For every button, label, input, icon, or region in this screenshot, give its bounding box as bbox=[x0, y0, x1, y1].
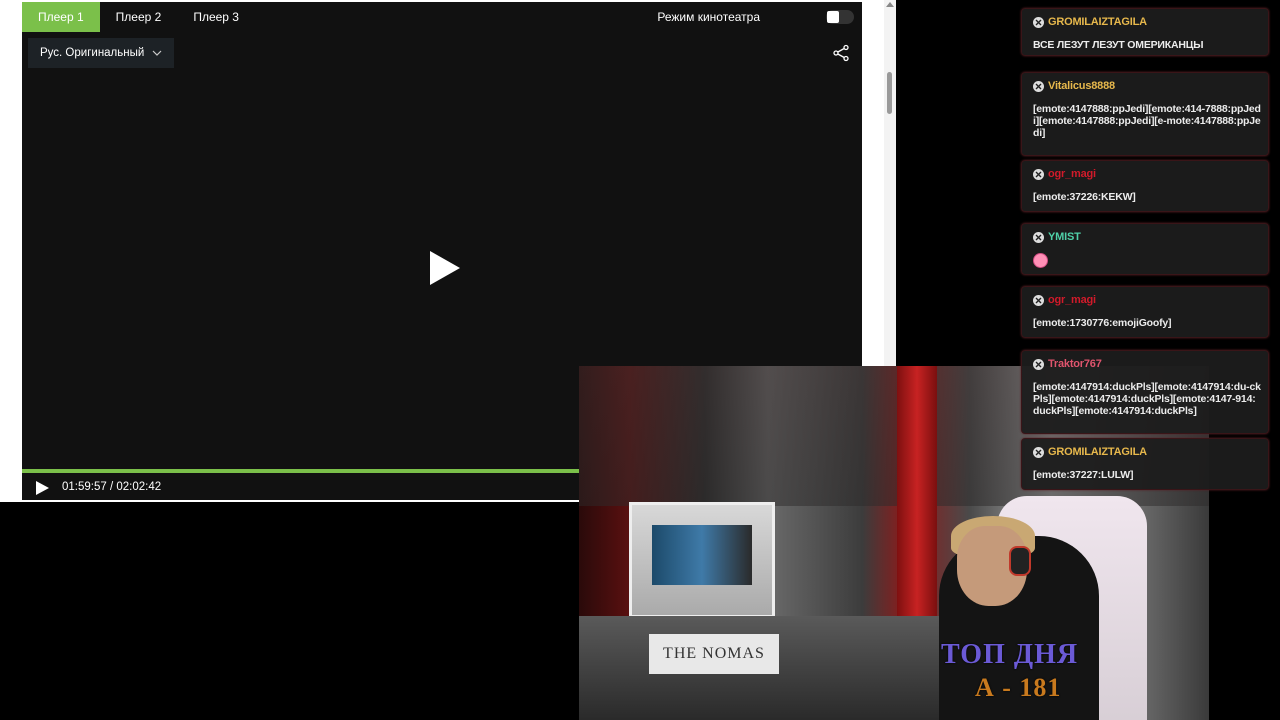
chat-username: Vitalicus8888 bbox=[1048, 80, 1115, 92]
audio-track-label: Рус. Оригинальный bbox=[40, 47, 145, 59]
chat-message-header: GROMILAIZTAGILA bbox=[1033, 446, 1147, 458]
chat-username: GROMILAIZTAGILA bbox=[1048, 446, 1147, 458]
chat-username: GROMILAIZTAGILA bbox=[1048, 16, 1147, 28]
time-display: 01:59:57 / 02:02:42 bbox=[62, 481, 162, 493]
close-icon bbox=[1033, 231, 1044, 243]
chat-message-header: ogr_magi bbox=[1033, 168, 1096, 180]
tab-player-3[interactable]: Плеер 3 bbox=[177, 2, 255, 32]
close-icon bbox=[1033, 16, 1044, 28]
chat-username: ogr_magi bbox=[1048, 294, 1096, 306]
toggle-knob bbox=[827, 11, 839, 23]
chat-message-text: [emote:4147888:ppJedi][emote:414-7888:pp… bbox=[1033, 103, 1261, 139]
pig-emote-icon bbox=[1033, 253, 1048, 268]
close-icon bbox=[1033, 168, 1044, 180]
pc-case bbox=[629, 502, 775, 618]
tab-player-1[interactable]: Плеер 1 bbox=[22, 2, 100, 32]
chat-message-text bbox=[1033, 253, 1261, 271]
audio-track-dropdown[interactable]: Рус. Оригинальный bbox=[28, 38, 175, 68]
big-play-icon[interactable] bbox=[428, 250, 462, 286]
scrollbar-thumb[interactable] bbox=[887, 72, 892, 114]
chat-username: YMIST bbox=[1048, 231, 1081, 243]
chat-message: YMIST bbox=[1021, 223, 1269, 275]
chat-message-header: Traktor767 bbox=[1033, 358, 1102, 370]
chevron-down-icon bbox=[152, 50, 162, 56]
chat-message-text: ВСЕ ЛЕЗУТ ЛЕЗУТ ОМЕРИКАНЦЫ bbox=[1033, 39, 1204, 51]
chat-message-header: ogr_magi bbox=[1033, 294, 1096, 306]
player-tabs: Плеер 1 Плеер 2 Плеер 3 bbox=[22, 2, 255, 32]
chat-message: Traktor767 [emote:4147914:duckPls][emote… bbox=[1021, 350, 1269, 434]
chat-message: ogr_magi [emote:1730776:emojiGoofy] bbox=[1021, 286, 1269, 338]
tab-player-2[interactable]: Плеер 2 bbox=[99, 2, 178, 32]
headset bbox=[1009, 546, 1031, 576]
close-icon bbox=[1033, 80, 1044, 92]
close-icon bbox=[1033, 446, 1044, 458]
close-icon bbox=[1033, 294, 1044, 306]
chat-message-header: YMIST bbox=[1033, 231, 1081, 243]
cinema-mode-label: Режим кинотеатра bbox=[657, 10, 760, 24]
chat-username: ogr_magi bbox=[1048, 168, 1096, 180]
chat-message-header: GROMILAIZTAGILA bbox=[1033, 16, 1147, 28]
play-icon[interactable] bbox=[34, 480, 50, 496]
scroll-up-arrow-icon[interactable] bbox=[886, 2, 894, 7]
chat-message-header: Vitalicus8888 bbox=[1033, 80, 1115, 92]
share-icon[interactable] bbox=[832, 44, 850, 62]
chat-message: GROMILAIZTAGILA ВСЕ ЛЕЗУТ ЛЕЗУТ ОМЕРИКАН… bbox=[1021, 8, 1269, 56]
chat-message: Vitalicus8888 [emote:4147888:ppJedi][emo… bbox=[1021, 72, 1269, 156]
chat-message-text: [emote:37226:KEKW] bbox=[1033, 191, 1136, 203]
chat-message-text: [emote:1730776:emojiGoofy] bbox=[1033, 317, 1172, 329]
chat-message-text: [emote:4147914:duckPls][emote:4147914:du… bbox=[1033, 381, 1261, 417]
product-box: THE NOMAS bbox=[649, 634, 779, 674]
stream-overlay-subtitle: А - 181 bbox=[975, 673, 1062, 702]
chat-message-text: [emote:37227:LULW] bbox=[1033, 469, 1134, 481]
chat-username: Traktor767 bbox=[1048, 358, 1102, 370]
stream-overlay-title: ТОП ДНЯ bbox=[941, 639, 1079, 670]
cinema-mode-toggle[interactable] bbox=[826, 10, 854, 24]
chat-message: GROMILAIZTAGILA [emote:37227:LULW] bbox=[1021, 438, 1269, 490]
close-icon bbox=[1033, 358, 1044, 370]
chat-message: ogr_magi [emote:37226:KEKW] bbox=[1021, 160, 1269, 212]
pc-components bbox=[652, 525, 752, 585]
